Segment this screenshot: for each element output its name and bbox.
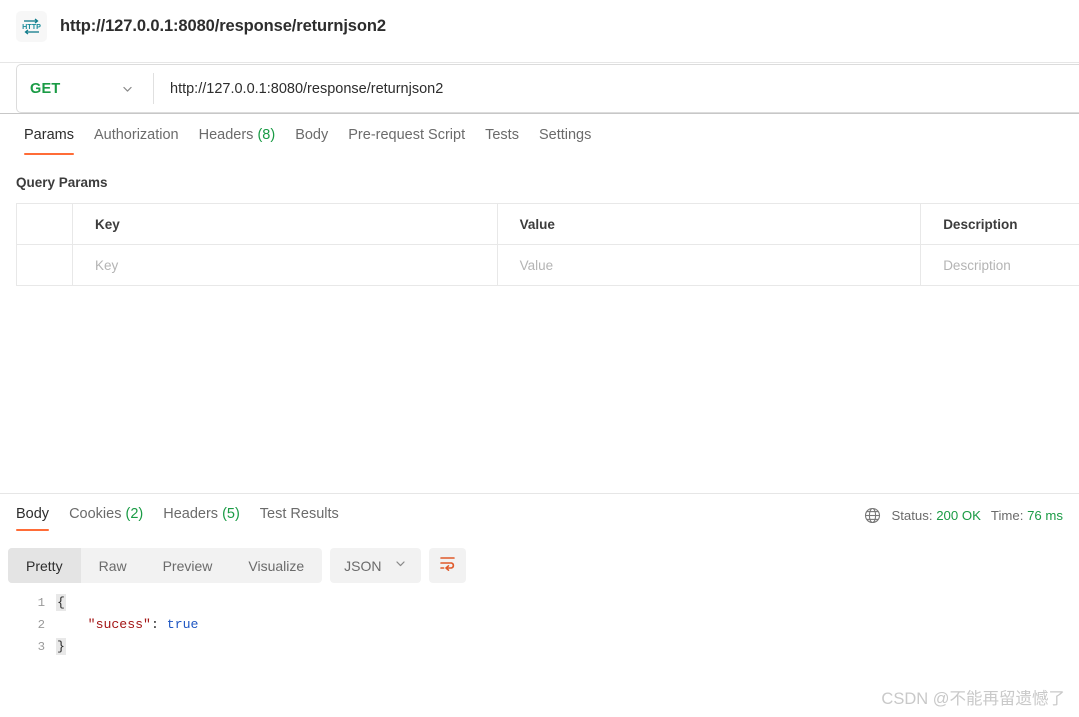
json-key: "sucess"	[88, 617, 151, 632]
request-tabs: Params Authorization Headers (8) Body Pr…	[0, 114, 1079, 158]
window-titlebar: HTTP http://127.0.0.1:8080/response/retu…	[0, 0, 1079, 52]
view-mode-visualize[interactable]: Visualize	[230, 548, 322, 583]
json-colon: :	[151, 617, 167, 632]
request-url-bar: GET http://127.0.0.1:8080/response/retur…	[16, 64, 1079, 113]
line-number: 3	[0, 636, 56, 658]
param-description-input[interactable]: Description	[921, 245, 1079, 285]
param-value-input[interactable]: Value	[498, 245, 922, 285]
tab-body-label: Body	[295, 127, 328, 143]
response-tab-test-results[interactable]: Test Results	[250, 500, 349, 532]
tab-headers-label: Headers	[199, 127, 254, 143]
http-method-label: GET	[30, 81, 60, 97]
table-row: Key Value Description	[17, 245, 1079, 286]
query-params-table: Key Value Description Key Value Descript…	[16, 203, 1079, 286]
code-line: 3 }	[0, 636, 1079, 658]
text-wrap-icon	[438, 554, 457, 578]
column-header-value: Value	[498, 204, 922, 244]
time-label: Time:	[991, 508, 1023, 523]
view-mode-raw[interactable]: Raw	[81, 548, 145, 583]
http-method-dropdown[interactable]: GET	[17, 65, 153, 112]
row-checkbox-cell[interactable]	[17, 245, 73, 285]
tab-settings[interactable]: Settings	[529, 114, 601, 155]
column-header-description: Description	[921, 204, 1079, 244]
column-header-key: Key	[73, 204, 498, 244]
json-indent	[56, 617, 88, 632]
response-tab-cookies-label: Cookies	[69, 506, 121, 522]
status-badge[interactable]: Status: 200 OK	[891, 508, 980, 523]
status-label: Status:	[891, 508, 932, 523]
tab-params[interactable]: Params	[14, 114, 84, 155]
response-format-dropdown[interactable]: JSON	[330, 548, 420, 583]
tab-authorization[interactable]: Authorization	[84, 114, 189, 155]
tab-settings-label: Settings	[539, 127, 591, 143]
code-content: {	[56, 592, 66, 614]
svg-text:HTTP: HTTP	[22, 22, 41, 31]
request-url-input[interactable]: http://127.0.0.1:8080/response/returnjso…	[154, 65, 1079, 112]
select-all-checkbox-cell[interactable]	[17, 204, 73, 244]
tab-tests[interactable]: Tests	[475, 114, 529, 155]
tab-body[interactable]: Body	[285, 114, 338, 155]
response-tab-headers-label: Headers	[163, 506, 218, 522]
view-mode-pretty[interactable]: Pretty	[8, 548, 81, 583]
line-number: 1	[0, 592, 56, 614]
tab-params-label: Params	[24, 127, 74, 143]
postman-window: HTTP http://127.0.0.1:8080/response/retu…	[0, 0, 1079, 717]
response-tab-test-results-label: Test Results	[260, 506, 339, 522]
page-title: http://127.0.0.1:8080/response/returnjso…	[60, 17, 386, 36]
json-boolean-value: true	[167, 617, 199, 632]
response-tab-cookies[interactable]: Cookies (2)	[59, 500, 153, 532]
response-view-mode-group: Pretty Raw Preview Visualize	[8, 548, 322, 583]
table-header-row: Key Value Description	[17, 204, 1079, 245]
response-view-toolbar: Pretty Raw Preview Visualize JSON	[8, 548, 466, 583]
json-close-brace: }	[56, 638, 66, 655]
code-content: "sucess": true	[56, 614, 198, 636]
line-number: 2	[0, 614, 56, 636]
response-tab-headers-count: (5)	[222, 506, 240, 522]
tab-tests-label: Tests	[485, 127, 519, 143]
tab-authorization-label: Authorization	[94, 127, 179, 143]
tab-pre-request-script[interactable]: Pre-request Script	[338, 114, 475, 155]
response-body-code-viewer[interactable]: 1 { 2 "sucess": true 3 }	[0, 592, 1079, 672]
globe-icon[interactable]	[864, 507, 881, 524]
response-tab-cookies-count: (2)	[125, 506, 143, 522]
code-line: 2 "sucess": true	[0, 614, 1079, 636]
response-tab-headers[interactable]: Headers (5)	[153, 500, 250, 532]
http-protocol-icon: HTTP	[16, 11, 47, 42]
watermark-text: CSDN @不能再留遗憾了	[881, 685, 1065, 709]
tab-headers[interactable]: Headers (8)	[189, 114, 286, 155]
query-params-heading: Query Params	[16, 175, 108, 190]
time-badge[interactable]: Time: 76 ms	[991, 508, 1063, 523]
response-meta: Status: 200 OK Time: 76 ms	[864, 507, 1063, 524]
tab-headers-count: (8)	[257, 127, 275, 143]
chevron-down-icon	[121, 82, 134, 95]
param-key-input[interactable]: Key	[73, 245, 498, 285]
time-value: 76 ms	[1027, 508, 1063, 523]
response-tab-body-label: Body	[16, 506, 49, 522]
response-format-label: JSON	[344, 558, 381, 574]
chevron-down-icon	[394, 557, 407, 575]
tab-pre-request-script-label: Pre-request Script	[348, 127, 465, 143]
view-mode-preview[interactable]: Preview	[145, 548, 231, 583]
json-open-brace: {	[56, 594, 66, 611]
status-value: 200 OK	[936, 508, 981, 523]
response-tab-body[interactable]: Body	[6, 500, 59, 532]
code-content: }	[56, 636, 66, 658]
text-wrap-toggle-button[interactable]	[429, 548, 466, 583]
response-section-divider	[0, 493, 1079, 494]
code-line: 1 {	[0, 592, 1079, 614]
request-url-bar-container: GET http://127.0.0.1:8080/response/retur…	[0, 62, 1079, 114]
